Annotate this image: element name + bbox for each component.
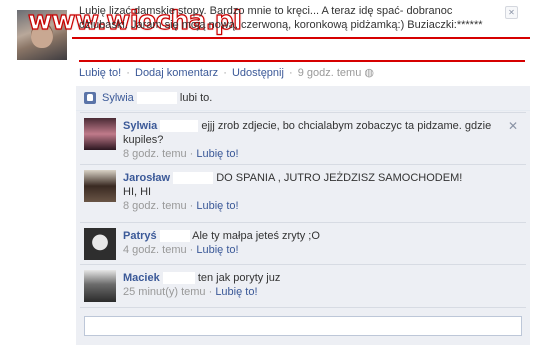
share-link[interactable]: Udostępnij (232, 67, 284, 79)
add-comment-link[interactable]: Dodaj komentarz (135, 67, 218, 79)
comment-time[interactable]: 8 godz. temu (123, 148, 187, 160)
liker-name[interactable]: Sylwia (102, 92, 134, 104)
post-text-line-1: Lubię lizać damskie stopy. Bardzo mnie t… (79, 5, 453, 17)
post-timestamp[interactable]: 9 godz. temu (298, 67, 362, 79)
comment-text: Ale ty małpa jeteś zryty ;O (192, 230, 320, 242)
commenter-avatar[interactable] (84, 270, 116, 302)
comment-item: Jarosław DO SPANIA , JUTRO JEŻDZISZ SAMO… (80, 164, 526, 221)
comment-time[interactable]: 4 godz. temu (123, 244, 187, 256)
comment-like-link[interactable]: Lubię to! (196, 200, 238, 212)
redaction-box (159, 230, 190, 243)
redaction-box (136, 92, 177, 105)
redaction-box (162, 272, 195, 285)
commenter-avatar[interactable] (84, 228, 116, 260)
red-underline-2 (79, 60, 525, 62)
commenter-name[interactable]: Patryś (123, 230, 157, 242)
close-icon[interactable]: ✕ (508, 119, 518, 133)
post-text: Lubię lizać damskie stopy. Bardzo mnie t… (79, 4, 519, 32)
comment-like-link[interactable]: Lubię to! (196, 244, 238, 256)
comment-time[interactable]: 8 godz. temu (123, 200, 187, 212)
commenter-name[interactable]: Maciek (123, 272, 160, 284)
globe-icon: ◍ (364, 67, 374, 79)
red-underline-1 (72, 37, 530, 39)
comment-input[interactable] (84, 316, 522, 336)
redaction-box (173, 172, 214, 185)
likes-row: Sylwia lubi to. (76, 86, 530, 111)
comment-like-link[interactable]: Lubię to! (196, 148, 238, 160)
redaction-box (160, 120, 199, 133)
comment-text: ten jak poryty juz (197, 272, 281, 284)
thumbs-up-icon (84, 92, 96, 104)
post-text-line-2: dziubaski. Jaram się moją nową, czerwoną… (79, 19, 483, 31)
like-link[interactable]: Lubię to! (79, 67, 121, 79)
comment-time[interactable]: 25 minut(y) temu (123, 286, 206, 298)
facebook-post: www.wiocha.pl Lubię lizać damskie stopy.… (0, 0, 547, 347)
commenter-name[interactable]: Jarosław (123, 172, 170, 184)
commenter-avatar[interactable] (84, 170, 116, 202)
comment-item: Sylwia ejjj zrob zdjecie, bo chcialabym … (80, 112, 526, 163)
post-actions: Lubię to! · Dodaj komentarz · Udostępnij… (79, 67, 374, 79)
feedback-box: Sylwia lubi to. Sylwia ejjj zrob zdjecie… (76, 86, 530, 345)
commenter-name[interactable]: Sylwia (123, 120, 157, 132)
likes-text: lubi to. (179, 92, 213, 104)
close-icon[interactable]: ✕ (505, 6, 518, 19)
comment-item: Maciek ten jak poryty juz 25 minut(y) te… (80, 264, 526, 307)
comment-like-link[interactable]: Lubię to! (215, 286, 257, 298)
comment-item: Patryś Ale ty małpa jeteś zryty ;O 4 god… (80, 222, 526, 263)
comment-input-row (80, 307, 526, 342)
commenter-avatar[interactable] (84, 118, 116, 150)
comment-text: DO SPANIA , JUTRO JEŻDZISZ SAMOCHODEM! (216, 172, 463, 184)
comment-text-line-2: HI, HI (123, 186, 152, 198)
